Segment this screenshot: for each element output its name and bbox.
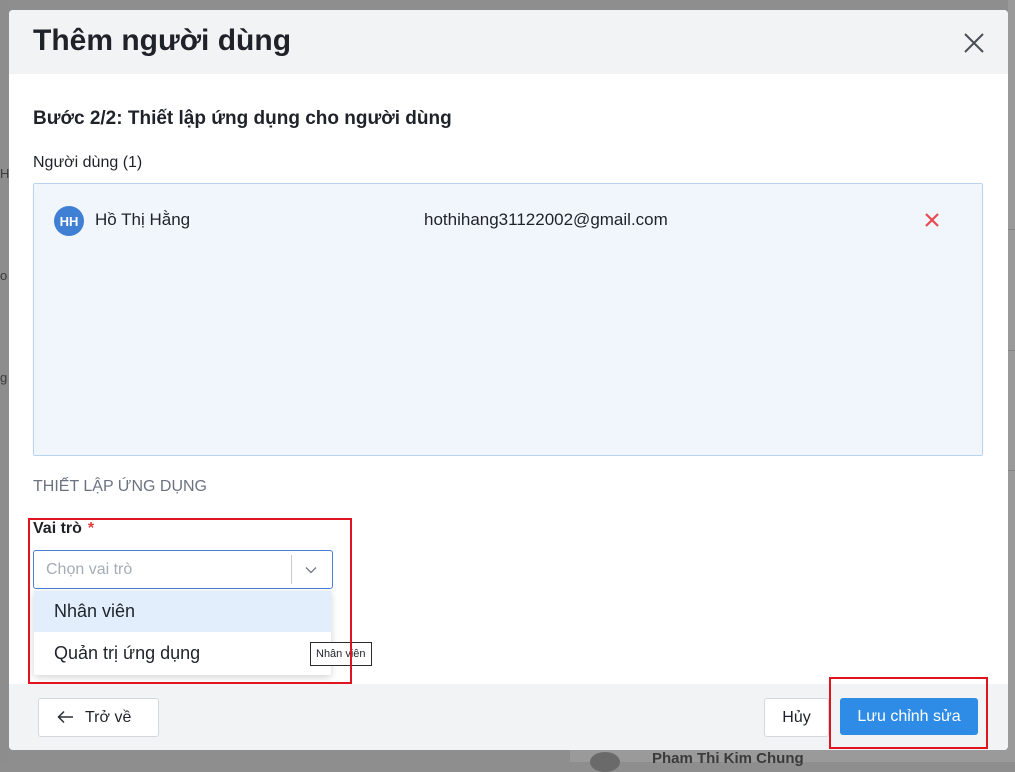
role-label-text: Vai trò bbox=[33, 520, 82, 537]
background-right-strip bbox=[1008, 0, 1015, 762]
user-name: Hồ Thị Hằng bbox=[95, 210, 191, 229]
background-divider bbox=[1008, 350, 1015, 351]
avatar: HH bbox=[54, 206, 84, 236]
remove-user-button[interactable] bbox=[923, 211, 941, 229]
back-button[interactable]: Trở về bbox=[38, 698, 159, 737]
selected-users-list: HH Hồ Thị Hằng hothihang31122002@gmail.c… bbox=[33, 183, 983, 456]
required-mark: * bbox=[87, 520, 95, 537]
dialog-header: Thêm người dùng bbox=[9, 10, 1008, 74]
arrow-left-icon bbox=[57, 710, 73, 724]
background-row-name: Pham Thi Kim Chung bbox=[652, 750, 804, 767]
cancel-button[interactable]: Hủy bbox=[764, 698, 829, 737]
close-icon bbox=[925, 213, 939, 227]
app-setup-heading: THIẾT LẬP ỨNG DỤNG bbox=[33, 478, 207, 495]
select-divider bbox=[291, 555, 292, 584]
role-option-nhan-vien[interactable]: Nhân viên bbox=[34, 591, 331, 632]
option-tooltip: Nhân viên bbox=[310, 642, 372, 666]
role-option-quan-tri-ung-dung[interactable]: Quản trị ứng dụng bbox=[34, 633, 331, 674]
background-fragment: H bbox=[0, 166, 10, 181]
background-fragment: o bbox=[0, 268, 8, 283]
close-icon bbox=[964, 33, 984, 53]
users-label: Người dùng (1) bbox=[33, 154, 143, 171]
role-dropdown-menu: Nhân viên Quản trị ứng dụng bbox=[34, 591, 331, 675]
add-user-dialog: Thêm người dùng Bước 2/2: Thiết lập ứng … bbox=[9, 10, 1008, 750]
save-changes-button[interactable]: Lưu chỉnh sửa bbox=[840, 698, 978, 735]
step-title: Bước 2/2: Thiết lập ứng dụng cho người d… bbox=[33, 108, 452, 129]
role-select[interactable]: Chọn vai trò bbox=[33, 550, 333, 589]
user-row: HH Hồ Thị Hằng hothihang31122002@gmail.c… bbox=[34, 184, 982, 254]
close-dialog-button[interactable] bbox=[959, 28, 989, 58]
background-divider bbox=[1008, 229, 1015, 230]
background-fragment: g bbox=[0, 370, 8, 385]
background-avatar bbox=[590, 752, 620, 772]
chevron-down-icon[interactable] bbox=[304, 563, 318, 577]
role-label: Vai trò * bbox=[33, 520, 94, 538]
user-email: hothihang31122002@gmail.com bbox=[424, 210, 668, 229]
role-select-placeholder: Chọn vai trò bbox=[46, 561, 133, 578]
background-divider bbox=[1008, 470, 1015, 471]
dialog-title: Thêm người dùng bbox=[33, 24, 292, 57]
back-button-label: Trở về bbox=[85, 709, 132, 726]
dialog-footer: Trở về Hủy Lưu chỉnh sửa bbox=[9, 684, 1008, 750]
